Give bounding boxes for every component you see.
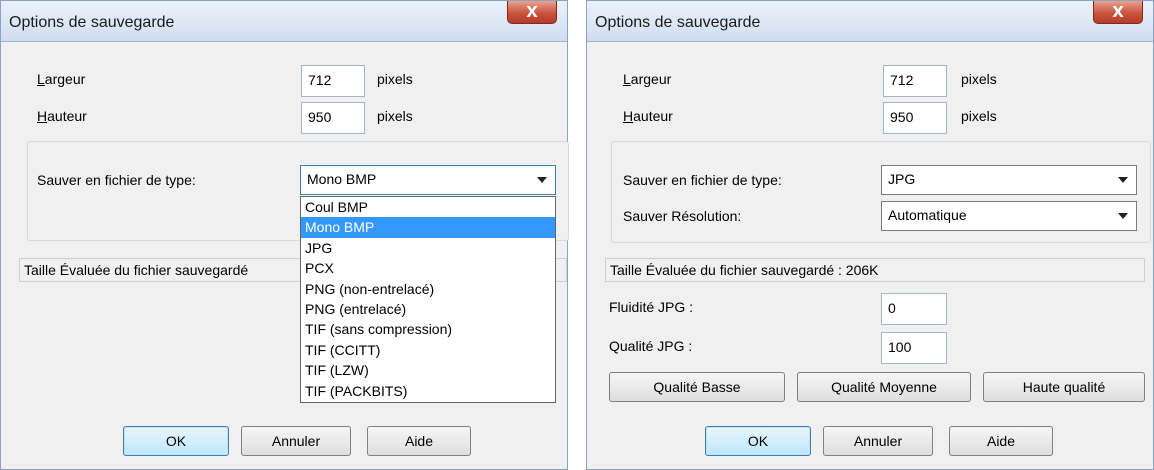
- file-type-option[interactable]: JPG: [301, 238, 555, 258]
- ok-button[interactable]: OK: [123, 426, 229, 456]
- file-type-option[interactable]: PNG (entrelacé): [301, 299, 555, 319]
- chevron-down-icon: [1118, 213, 1128, 219]
- width-input[interactable]: 712: [883, 65, 947, 97]
- save-options-dialog-left: Options de sauvegarde X Largeur 712 pixe…: [0, 0, 569, 470]
- save-options-dialog-right: Options de sauvegarde X Largeur 712 pixe…: [586, 0, 1154, 470]
- file-type-option[interactable]: PCX: [301, 258, 555, 278]
- jpg-quality-input[interactable]: 100: [881, 332, 947, 364]
- low-quality-button[interactable]: Qualité Basse: [609, 372, 785, 402]
- cancel-button[interactable]: Annuler: [823, 426, 933, 456]
- file-type-option-selected[interactable]: Mono BMP: [301, 217, 555, 238]
- ok-button[interactable]: OK: [705, 426, 811, 456]
- close-icon: X: [526, 3, 538, 21]
- height-label: Hauteur: [623, 108, 673, 124]
- height-input[interactable]: 950: [883, 102, 947, 134]
- estimated-size-field: Taille Évaluée du fichier sauvegardé : 2…: [605, 258, 1145, 282]
- help-button[interactable]: Aide: [367, 426, 471, 456]
- cancel-button[interactable]: Annuler: [241, 426, 351, 456]
- save-type-label: Sauver en fichier de type:: [37, 172, 196, 188]
- height-label: Hauteur: [37, 108, 87, 124]
- dialog-title: Options de sauvegarde: [595, 14, 761, 31]
- file-type-option[interactable]: TIF (LZW): [301, 360, 555, 380]
- width-unit: pixels: [377, 71, 413, 87]
- width-unit: pixels: [961, 71, 997, 87]
- save-type-select[interactable]: JPG: [881, 165, 1137, 195]
- save-type-value: Mono BMP: [307, 171, 377, 187]
- title-bar: Options de sauvegarde X: [1, 1, 567, 42]
- height-unit: pixels: [377, 108, 413, 124]
- resolution-label: Sauver Résolution:: [623, 208, 742, 224]
- medium-quality-button[interactable]: Qualité Moyenne: [797, 372, 971, 402]
- height-unit: pixels: [961, 108, 997, 124]
- width-input[interactable]: 712: [301, 65, 365, 97]
- file-type-option[interactable]: TIF (PACKBITS): [301, 381, 555, 401]
- dialog-title: Options de sauvegarde: [9, 14, 175, 31]
- jpg-quality-label: Qualité JPG :: [609, 338, 693, 354]
- title-bar: Options de sauvegarde X: [587, 1, 1153, 42]
- chevron-down-icon: [537, 177, 547, 183]
- file-type-option[interactable]: Coul BMP: [301, 197, 555, 217]
- jpg-smoothness-label: Fluidité JPG :: [609, 299, 694, 315]
- save-type-label: Sauver en fichier de type:: [623, 172, 782, 188]
- height-input[interactable]: 950: [301, 102, 365, 134]
- file-type-option[interactable]: TIF (CCITT): [301, 340, 555, 360]
- width-label: Largeur: [37, 71, 86, 87]
- high-quality-button[interactable]: Haute qualité: [983, 372, 1145, 402]
- close-icon: X: [1112, 3, 1124, 21]
- close-button[interactable]: X: [1093, 1, 1143, 24]
- resolution-value: Automatique: [888, 207, 967, 223]
- close-button[interactable]: X: [507, 1, 557, 24]
- width-label: Largeur: [623, 71, 672, 87]
- jpg-smoothness-input[interactable]: 0: [881, 293, 947, 325]
- file-type-option[interactable]: PNG (non-entrelacé): [301, 279, 555, 299]
- file-type-option[interactable]: TIF (sans compression): [301, 319, 555, 339]
- help-button[interactable]: Aide: [949, 426, 1053, 456]
- save-type-value: JPG: [888, 171, 916, 187]
- save-type-select[interactable]: Mono BMP: [300, 165, 556, 195]
- resolution-select[interactable]: Automatique: [881, 201, 1137, 231]
- file-type-dropdown-list: Coul BMP Mono BMP JPG PCX PNG (non-entre…: [300, 196, 556, 403]
- chevron-down-icon: [1118, 177, 1128, 183]
